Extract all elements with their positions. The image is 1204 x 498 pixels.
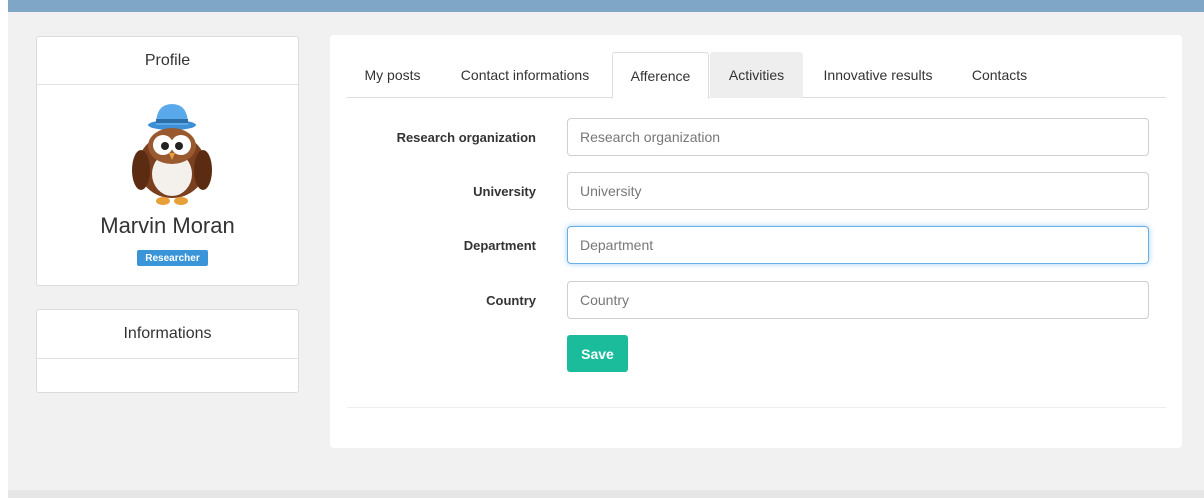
save-button[interactable]: Save — [567, 335, 628, 372]
tab-activities[interactable]: Activities — [710, 52, 803, 98]
role-badge: Researcher — [137, 250, 208, 266]
page-footer-strip — [8, 490, 1204, 498]
tab-my-posts[interactable]: My posts — [347, 52, 438, 98]
tab-innovative-results[interactable]: Innovative results — [803, 52, 953, 98]
informations-panel: Informations — [36, 309, 299, 393]
form-divider — [347, 407, 1166, 408]
department-input[interactable] — [567, 226, 1149, 264]
university-input[interactable] — [567, 172, 1149, 210]
form-row-research-organization: Research organization — [330, 118, 1182, 156]
tab-contact-informations[interactable]: Contact informations — [438, 52, 612, 98]
tab-contacts[interactable]: Contacts — [953, 52, 1046, 98]
country-input[interactable] — [567, 281, 1149, 319]
form-row-country: Country — [330, 281, 1182, 319]
department-label: Department — [463, 237, 536, 253]
university-label: University — [473, 183, 536, 199]
profile-tabs: My posts Contact informations Afference … — [347, 52, 1166, 99]
tab-afference[interactable]: Afference — [612, 52, 709, 99]
form-row-department: Department — [330, 226, 1182, 264]
main-card: My posts Contact informations Afference … — [330, 35, 1182, 448]
research-organization-label: Research organization — [396, 129, 536, 145]
research-organization-input[interactable] — [567, 118, 1149, 156]
form-row-university: University — [330, 172, 1182, 210]
profile-panel: Profile Marvin Moran Researcher — [36, 36, 299, 286]
profile-heading: Profile — [37, 37, 298, 85]
owl-avatar-icon — [132, 104, 212, 205]
informations-heading: Informations — [37, 310, 298, 359]
country-label: Country — [486, 292, 536, 308]
user-name: Marvin Moran — [100, 213, 235, 238]
